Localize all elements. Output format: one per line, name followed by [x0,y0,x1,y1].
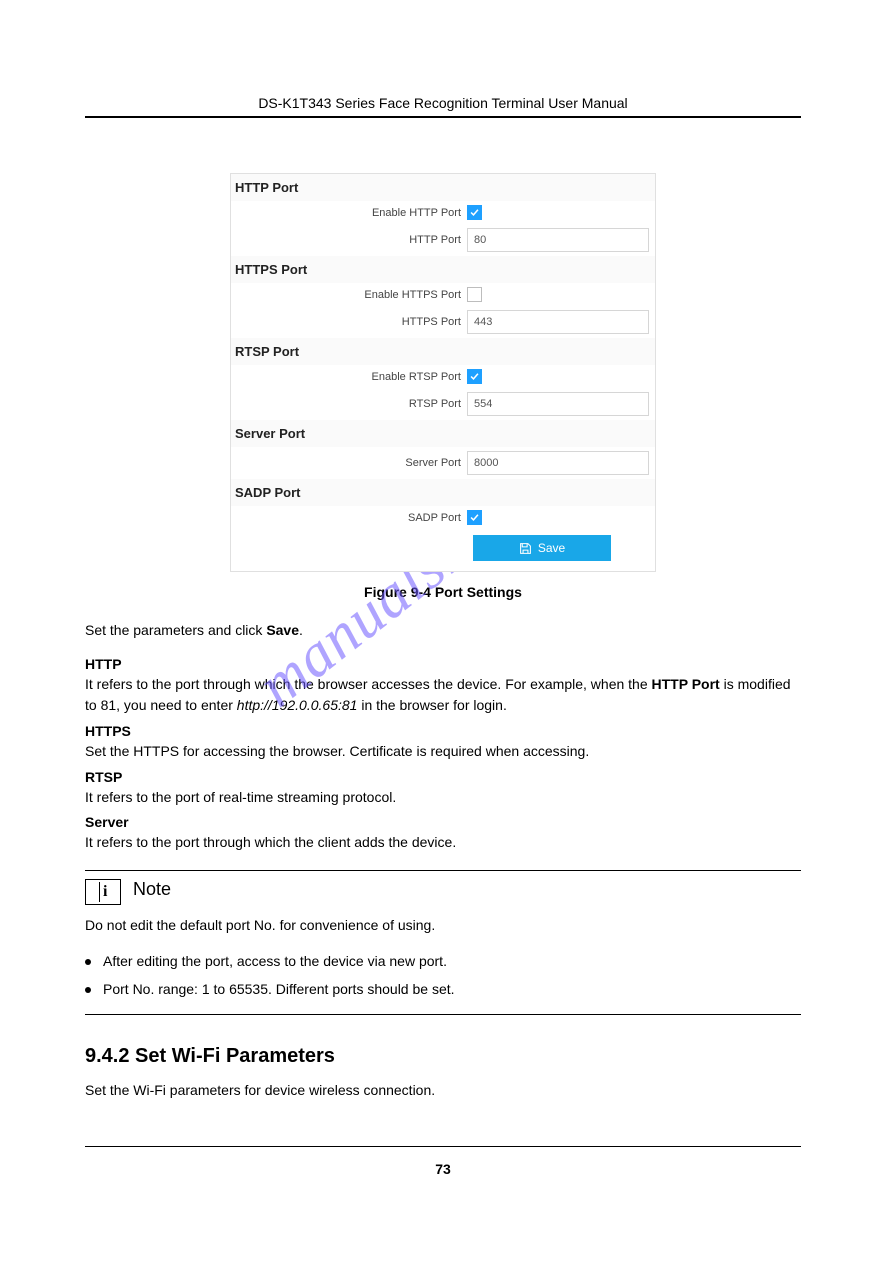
note-body: Do not edit the default port No. for con… [85,915,801,937]
input-http-port[interactable] [467,228,649,252]
label-sadp-port: SADP Port [235,512,467,524]
save-button-label: Save [538,541,565,555]
label-https-port: HTTPS Port [235,316,467,328]
def-body-https: Set the HTTPS for accessing the browser.… [85,741,801,763]
header-divider [85,116,801,118]
label-server-port: Server Port [235,457,467,469]
page: DS-K1T343 Series Face Recognition Termin… [0,0,886,1237]
row-enable-https: Enable HTTPS Port [231,283,655,306]
def-term-http: HTTP [85,656,801,672]
note-title: Note [133,879,171,900]
label-enable-http: Enable HTTP Port [235,207,467,219]
note-icon: i [85,879,121,905]
def-term-https: HTTPS [85,723,801,739]
label-enable-https: Enable HTTPS Port [235,289,467,301]
figure-caption: Figure 9-4 Port Settings [85,584,801,600]
intro-text: Set the parameters and click Save. [85,620,801,642]
checkbox-enable-https[interactable] [467,287,482,302]
def-term-server: Server [85,814,801,830]
checkbox-sadp-port[interactable] [467,510,482,525]
row-enable-rtsp: Enable RTSP Port [231,365,655,388]
section-head-http: HTTP Port [231,174,655,201]
definitions: HTTP It refers to the port through which… [85,656,801,854]
port-settings-panel: HTTP Port Enable HTTP Port HTTP Port HTT… [230,173,656,572]
def-body-rtsp: It refers to the port of real-time strea… [85,787,801,809]
section-body: Set the Wi-Fi parameters for device wire… [85,1080,801,1102]
checkbox-enable-rtsp[interactable] [467,369,482,384]
row-rtsp-port: RTSP Port [231,388,655,420]
def-body-http: It refers to the port through which the … [85,674,801,717]
bullet-icon [85,959,91,965]
bullet-text-2: Port No. range: 1 to 65535. Different po… [103,979,455,1001]
doc-title: DS-K1T343 Series Face Recognition Termin… [85,80,801,116]
note-bullet-1: After editing the port, access to the de… [85,951,801,973]
note-bottom-divider [85,1014,801,1015]
section-head-sadp: SADP Port [231,479,655,506]
row-enable-http: Enable HTTP Port [231,201,655,224]
section-head-server: Server Port [231,420,655,447]
note-header: i Note [85,871,801,905]
input-server-port[interactable] [467,451,649,475]
footer-divider [85,1146,801,1147]
bullet-icon [85,987,91,993]
save-row: Save [231,529,655,571]
note-bullet-2: Port No. range: 1 to 65535. Different po… [85,979,801,1001]
checkbox-enable-http[interactable] [467,205,482,220]
section-heading: 9.4.2 Set Wi-Fi Parameters [85,1045,801,1068]
def-body-server: It refers to the port through which the … [85,832,801,854]
section-head-https: HTTPS Port [231,256,655,283]
row-https-port: HTTPS Port [231,306,655,338]
section-head-rtsp: RTSP Port [231,338,655,365]
save-button[interactable]: Save [473,535,611,561]
label-rtsp-port: RTSP Port [235,398,467,410]
page-number: 73 [85,1161,801,1177]
row-http-port: HTTP Port [231,224,655,256]
save-icon [519,542,532,555]
input-rtsp-port[interactable] [467,392,649,416]
label-http-port: HTTP Port [235,234,467,246]
bullet-text-1: After editing the port, access to the de… [103,951,447,973]
input-https-port[interactable] [467,310,649,334]
row-sadp-port: SADP Port [231,506,655,529]
def-term-rtsp: RTSP [85,769,801,785]
row-server-port: Server Port [231,447,655,479]
label-enable-rtsp: Enable RTSP Port [235,371,467,383]
